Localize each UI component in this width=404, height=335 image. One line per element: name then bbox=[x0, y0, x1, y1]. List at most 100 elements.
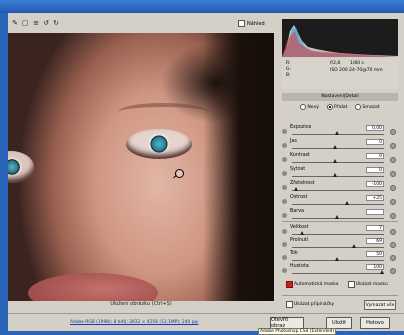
slider-row: Hustota 100 bbox=[282, 264, 398, 278]
done-button[interactable]: Hotovo bbox=[360, 317, 390, 329]
radio-erase[interactable]: Smazat bbox=[355, 104, 380, 110]
slider-value-field[interactable]: 7 bbox=[366, 225, 384, 231]
slider-label: Jas bbox=[290, 139, 297, 144]
slider-value-field[interactable]: 0 bbox=[366, 167, 384, 173]
toolbar: ✎ ▢ ≡ ↺ ↻ Náhled bbox=[8, 13, 274, 34]
plus-icon[interactable] bbox=[390, 171, 396, 177]
plus-icon[interactable] bbox=[390, 129, 396, 135]
fstop: f/2,8 bbox=[330, 61, 341, 66]
show-mask-checkbox[interactable] bbox=[348, 281, 355, 288]
straighten-icon[interactable]: ≡ bbox=[32, 19, 40, 27]
slider-thumb[interactable] bbox=[379, 270, 384, 274]
slider-thumb[interactable] bbox=[332, 173, 337, 177]
plus-icon[interactable] bbox=[390, 199, 396, 205]
show-pins-toggle[interactable]: Ukázat připínáčky bbox=[286, 301, 334, 308]
adjustment-panel: R: G: B: f/2,8 1/60 s ISO 200 24-70@70 m… bbox=[276, 13, 404, 313]
slider-track[interactable] bbox=[292, 247, 384, 248]
minus-icon[interactable] bbox=[282, 171, 287, 176]
show-pins-checkbox[interactable] bbox=[286, 301, 293, 308]
radio-new[interactable]: Nový bbox=[300, 104, 319, 110]
slider-label: Kontrast bbox=[290, 153, 311, 158]
slider-thumb[interactable] bbox=[300, 231, 305, 235]
preview-checkbox[interactable] bbox=[238, 20, 245, 27]
slider-track[interactable] bbox=[292, 162, 384, 163]
plus-icon[interactable] bbox=[390, 229, 396, 235]
plus-icon[interactable] bbox=[390, 185, 396, 191]
image-caption: Uložení obrázku (Ctrl+S) bbox=[110, 301, 172, 307]
slider-value-field[interactable]: -100 bbox=[366, 181, 384, 187]
preview-label: Náhled bbox=[247, 20, 265, 27]
minus-icon[interactable] bbox=[282, 255, 287, 260]
slider-thumb[interactable] bbox=[334, 257, 339, 261]
separator bbox=[282, 221, 398, 222]
slider-value-field[interactable]: 0 bbox=[366, 139, 384, 145]
slider-track[interactable] bbox=[292, 234, 384, 235]
slider-thumb[interactable] bbox=[345, 201, 350, 205]
tooltip: Adobe Photoshop CS4 (Extended) bbox=[258, 328, 337, 335]
slider-thumb[interactable] bbox=[332, 145, 337, 149]
zoom-cursor-icon bbox=[175, 169, 184, 178]
slider-label: Expozice bbox=[290, 125, 312, 130]
radio-add[interactable]: Přidat bbox=[327, 104, 347, 110]
plus-icon[interactable] bbox=[390, 255, 396, 261]
window-title-bar bbox=[0, 0, 404, 13]
slider-row: Ostrost +25 bbox=[282, 195, 398, 209]
slider-thumb[interactable] bbox=[332, 159, 337, 163]
minus-icon[interactable] bbox=[282, 143, 287, 148]
minus-icon[interactable] bbox=[282, 213, 287, 218]
slider-value-field[interactable]: 69 bbox=[366, 238, 384, 244]
shutter: 1/60 s bbox=[350, 61, 364, 66]
minus-icon[interactable] bbox=[282, 129, 287, 134]
plus-icon[interactable] bbox=[390, 157, 396, 163]
workflow-options-link[interactable]: Adobe RGB (1998); 8 bitů; 2832 × 4256 (1… bbox=[70, 320, 199, 325]
preview-toggle[interactable]: Náhled bbox=[238, 20, 265, 27]
slider-label: Sytost bbox=[290, 167, 306, 172]
slider-thumb[interactable] bbox=[351, 244, 356, 248]
minus-icon[interactable] bbox=[282, 157, 287, 162]
panel-tab-title[interactable]: Nastavení|Detail bbox=[282, 93, 398, 101]
brush-icon[interactable]: ✎ bbox=[11, 19, 19, 27]
crop-icon[interactable]: ▢ bbox=[21, 19, 29, 27]
slider-track[interactable] bbox=[292, 190, 384, 191]
histogram bbox=[282, 19, 398, 57]
rotate-left-icon[interactable]: ↺ bbox=[42, 19, 50, 27]
separator bbox=[282, 295, 398, 296]
slider-track[interactable] bbox=[292, 273, 384, 274]
slider-thumb[interactable] bbox=[294, 187, 298, 191]
minus-icon[interactable] bbox=[282, 199, 287, 204]
slider-value-field[interactable] bbox=[366, 209, 384, 215]
slider-thumb[interactable] bbox=[334, 131, 339, 135]
show-mask-toggle[interactable]: Ukázat masku bbox=[348, 281, 388, 288]
slider-label: Tok bbox=[290, 251, 298, 256]
plus-icon[interactable] bbox=[390, 143, 396, 149]
eyebrow bbox=[118, 103, 208, 121]
rotate-right-icon[interactable]: ↻ bbox=[52, 19, 60, 27]
slider-value-field[interactable]: +25 bbox=[366, 195, 384, 201]
slider-value-field[interactable]: 50 bbox=[366, 251, 384, 257]
clear-all-button[interactable]: Vymazat vše bbox=[364, 300, 396, 310]
slider-value-field[interactable]: 0,00 bbox=[366, 125, 384, 131]
slider-label: Velikost bbox=[290, 225, 309, 230]
camera-readout: R: G: B: f/2,8 1/60 s ISO 200 24-70@70 m… bbox=[282, 59, 398, 89]
slider-row: Sytost 0 bbox=[282, 167, 398, 181]
slider-track[interactable] bbox=[292, 148, 384, 149]
image-preview[interactable] bbox=[8, 33, 274, 301]
slider-label: Zřetelnost bbox=[290, 181, 315, 186]
plus-icon[interactable] bbox=[390, 268, 396, 274]
plus-icon[interactable] bbox=[390, 242, 396, 248]
rgb-label-g: G: bbox=[286, 67, 292, 72]
auto-mask-checkbox[interactable] bbox=[286, 281, 293, 288]
auto-mask-toggle[interactable]: Automatická maska bbox=[286, 281, 339, 288]
minus-icon[interactable] bbox=[282, 229, 287, 234]
plus-icon[interactable] bbox=[390, 213, 396, 219]
slider-label: Hustota bbox=[290, 264, 309, 269]
mode-radios: Nový Přidat Smazat bbox=[282, 103, 398, 111]
minus-icon[interactable] bbox=[282, 242, 287, 247]
right-eye bbox=[126, 129, 192, 159]
slider-thumb[interactable] bbox=[334, 215, 339, 219]
minus-icon[interactable] bbox=[282, 185, 287, 190]
slider-track[interactable] bbox=[292, 176, 384, 177]
slider-value-field[interactable]: 0 bbox=[366, 153, 384, 159]
minus-icon[interactable] bbox=[282, 268, 287, 273]
slider-track[interactable] bbox=[292, 204, 384, 205]
